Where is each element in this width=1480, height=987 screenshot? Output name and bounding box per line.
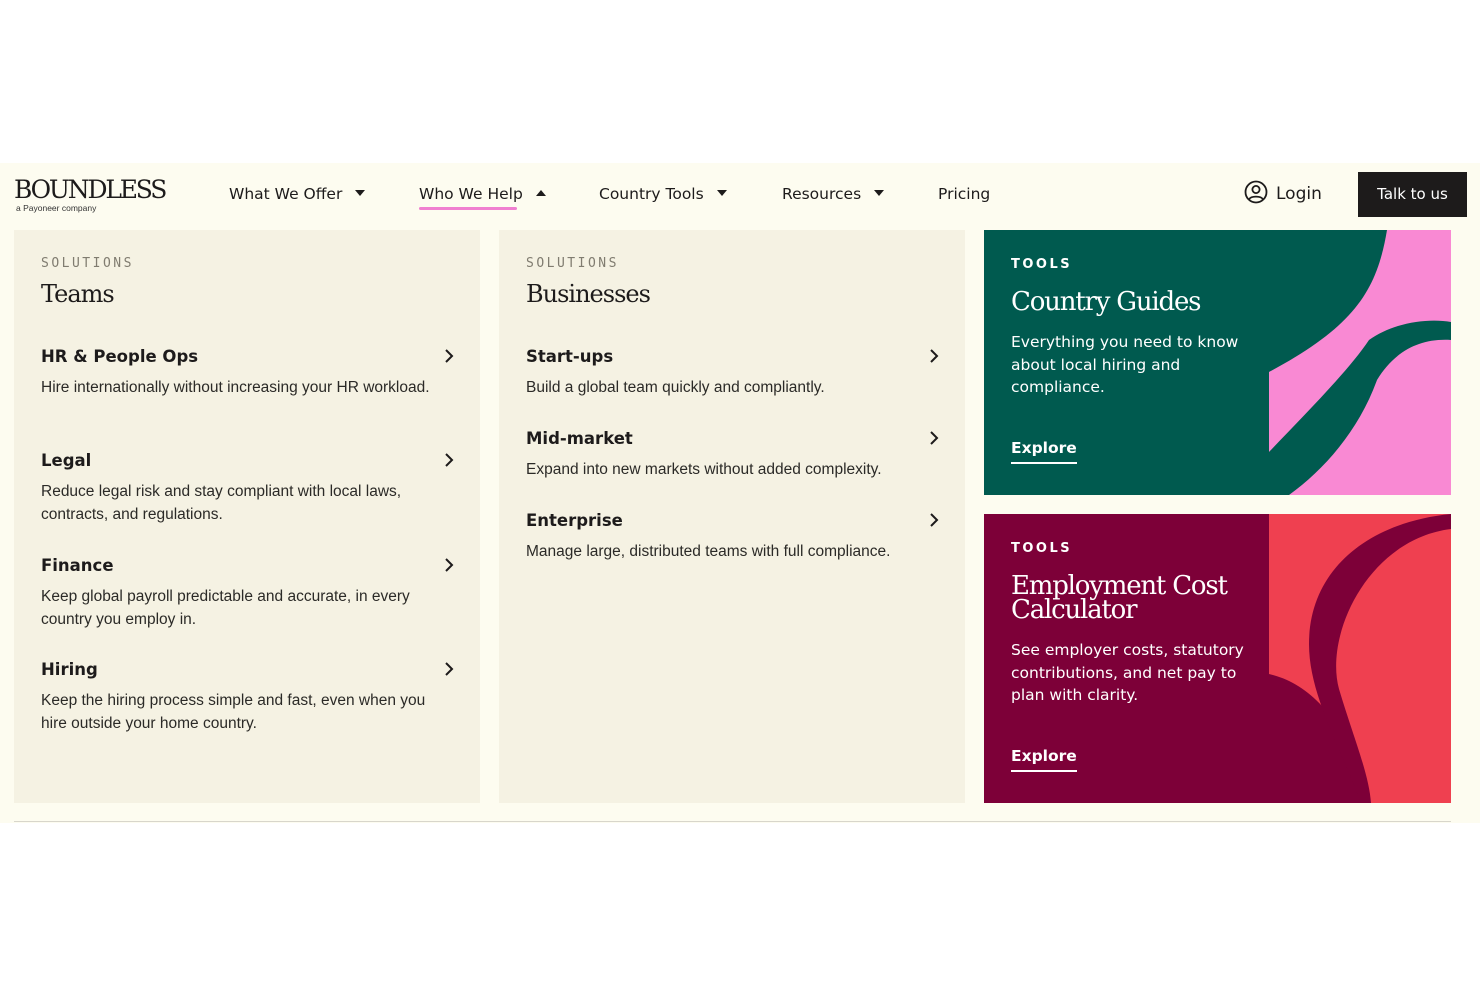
explore-link[interactable]: Explore [1011, 439, 1077, 464]
caret-up-icon [535, 189, 546, 196]
tool-title: Country Guides [1011, 287, 1201, 317]
menu-item-title: Finance [41, 556, 114, 575]
tool-desc: See employer costs, statutory contributi… [1011, 641, 1244, 704]
active-nav-underline [419, 207, 517, 210]
nav-who-we-help[interactable]: Who We Help [419, 181, 546, 207]
tool-title: Employment Cost Calculator [1011, 571, 1228, 625]
menu-item-hiring[interactable]: Hiring Keep the hiring process simple an… [41, 658, 454, 735]
menu-item-enterprise[interactable]: Enterprise Manage large, distributed tea… [526, 509, 939, 564]
nav-country-tools[interactable]: Country Tools [599, 181, 727, 207]
nav-label: Country Tools [599, 185, 704, 203]
panel-title: Teams [41, 280, 115, 308]
tool-eyebrow: TOOLS [1011, 541, 1073, 556]
nav-label: Resources [782, 185, 862, 203]
chevron-right-icon [930, 513, 939, 527]
logo-wordmark: BOUNDLESS [14, 175, 167, 204]
header-mega-menu: BOUNDLESS a Payoneer company What We Off… [0, 163, 1480, 823]
nav-label: Pricing [938, 185, 991, 203]
chevron-right-icon [930, 431, 939, 445]
panel-eyebrow: SOLUTIONS [526, 256, 619, 271]
businesses-panel: SOLUTIONS Businesses Start-ups Build a g… [499, 230, 965, 803]
chevron-right-icon [445, 349, 454, 363]
menu-item-title: Enterprise [526, 511, 623, 530]
menu-item-title: Start-ups [526, 347, 614, 366]
menu-item-title: HR & People Ops [41, 347, 199, 366]
login-label: Login [1276, 184, 1322, 204]
caret-down-icon [874, 189, 885, 196]
nav-what-we-offer[interactable]: What We Offer [229, 181, 366, 207]
chevron-right-icon [445, 558, 454, 572]
nav-label: Who We Help [419, 185, 523, 203]
menu-item-finance[interactable]: Finance Keep global payroll predictable … [41, 554, 454, 631]
menu-item-legal[interactable]: Legal Reduce legal risk and stay complia… [41, 449, 454, 526]
menu-item-desc: Keep the hiring process simple and fast,… [41, 692, 426, 732]
tool-desc: Everything you need to know about local … [1011, 333, 1239, 396]
menu-item-title: Mid-market [526, 429, 633, 448]
menu-item-desc: Build a global team quickly and complian… [526, 379, 825, 396]
nav-resources[interactable]: Resources [782, 181, 885, 207]
menu-item-desc: Keep global payroll predictable and accu… [41, 588, 410, 628]
menu-item-desc: Reduce legal risk and stay compliant wit… [41, 483, 402, 523]
menu-item-desc: Hire internationally without increasing … [41, 379, 430, 396]
logo-tagline: a Payoneer company [16, 203, 97, 213]
explore-link[interactable]: Explore [1011, 747, 1077, 772]
boundless-logo[interactable]: BOUNDLESS a Payoneer company [14, 175, 167, 215]
menu-item-desc: Expand into new markets without added co… [526, 461, 882, 478]
menu-item-start-ups[interactable]: Start-ups Build a global team quickly an… [526, 345, 939, 400]
panel-title: Businesses [526, 280, 651, 308]
teams-panel: SOLUTIONS Teams HR & People Ops Hire int… [14, 230, 480, 803]
talk-to-us-button[interactable]: Talk to us [1358, 172, 1467, 217]
menu-item-desc: Manage large, distributed teams with ful… [526, 543, 891, 560]
login-link[interactable]: Login [1244, 179, 1322, 209]
menu-item-mid-market[interactable]: Mid-market Expand into new markets witho… [526, 427, 939, 482]
chevron-right-icon [445, 662, 454, 676]
nav-label: What We Offer [229, 185, 343, 203]
menu-item-title: Hiring [41, 660, 98, 679]
panel-eyebrow: SOLUTIONS [41, 256, 134, 271]
top-navbar: BOUNDLESS a Payoneer company What We Off… [0, 163, 1480, 225]
chevron-right-icon [445, 453, 454, 467]
caret-down-icon [355, 189, 366, 196]
menu-bottom-divider [14, 821, 1451, 822]
employment-cost-calculator-card[interactable]: TOOLS Employment Cost Calculator See emp… [984, 514, 1451, 803]
caret-down-icon [716, 189, 727, 196]
user-circle-icon [1244, 180, 1268, 204]
chevron-right-icon [930, 349, 939, 363]
nav-pricing[interactable]: Pricing [938, 181, 990, 207]
menu-item-hr-people-ops[interactable]: HR & People Ops Hire internationally wit… [41, 345, 454, 400]
decorative-shape-art [1269, 230, 1451, 495]
tool-eyebrow: TOOLS [1011, 257, 1073, 272]
country-guides-card[interactable]: TOOLS Country Guides Everything you need… [984, 230, 1451, 495]
decorative-shape-art [1269, 514, 1451, 803]
menu-item-title: Legal [41, 451, 92, 470]
